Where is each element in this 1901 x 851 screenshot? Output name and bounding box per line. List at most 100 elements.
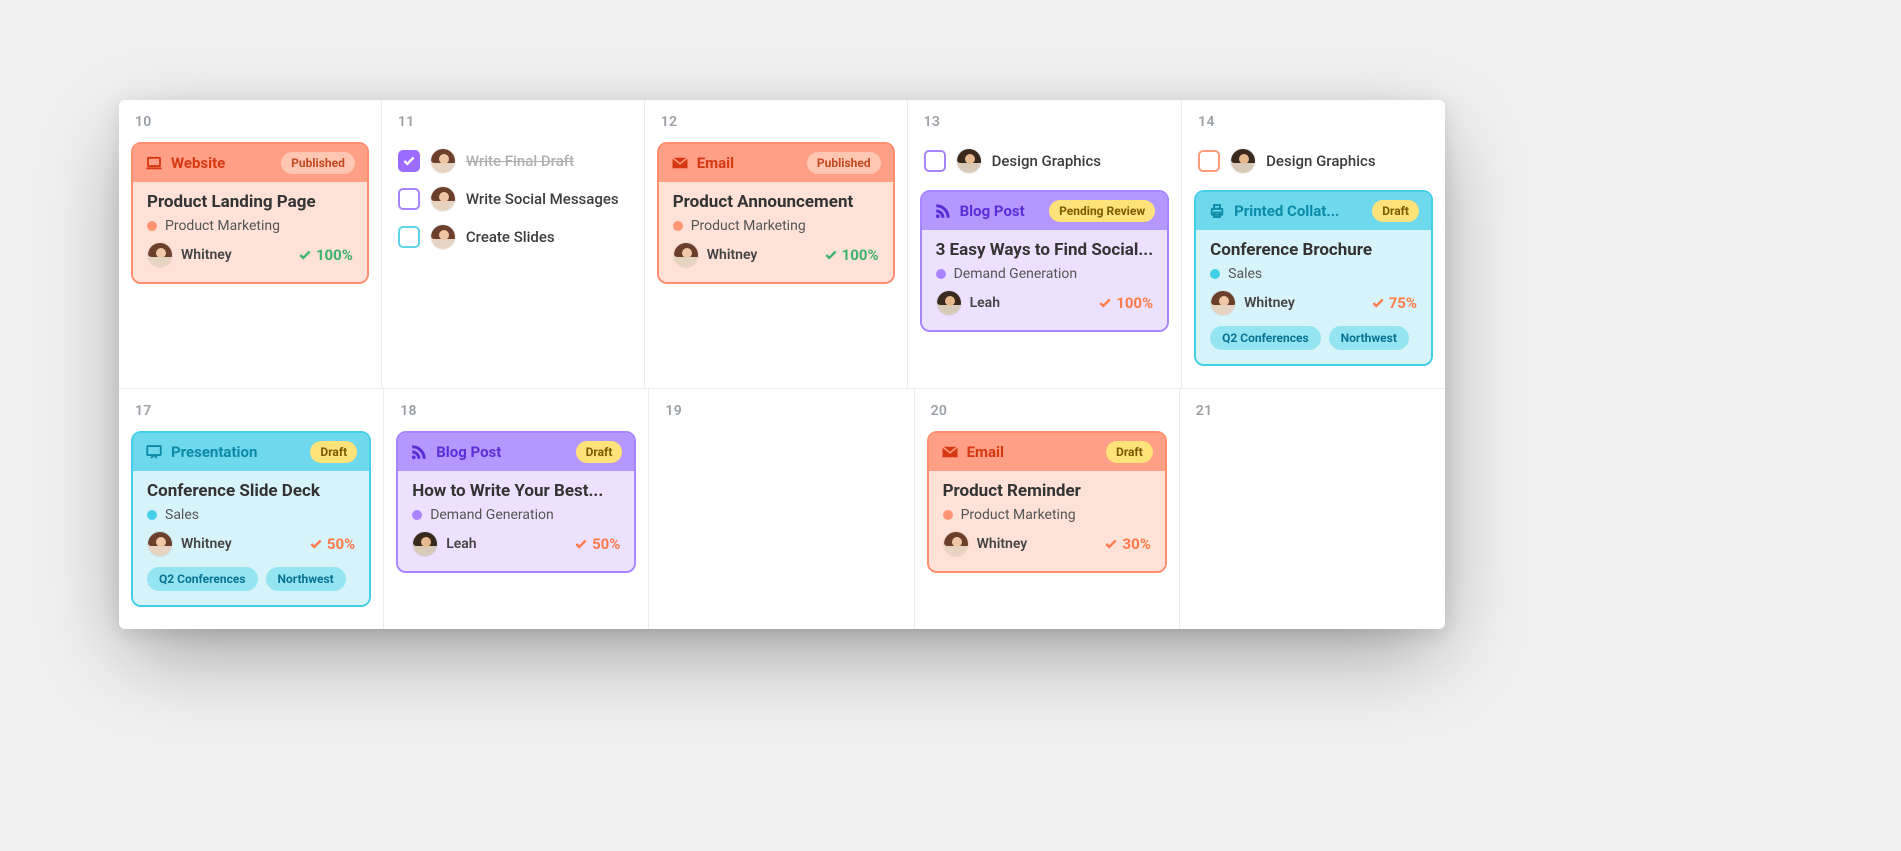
category-dot-icon: [936, 269, 946, 279]
assignee-name: Whitney: [1244, 295, 1295, 311]
card-blog-post[interactable]: Blog Post Pending Review 3 Easy Ways to …: [920, 190, 1170, 332]
tag[interactable]: Q2 Conferences: [147, 567, 258, 591]
day-cell-21[interactable]: 21: [1180, 389, 1445, 629]
task-label: Create Slides: [466, 228, 555, 246]
avatar: [147, 531, 173, 557]
day-cell-10[interactable]: 10 Website Published Product Landing Pag…: [119, 100, 382, 388]
day-number: 13: [920, 114, 1170, 130]
day-cell-20[interactable]: 20 Email Draft Product Reminder Pr: [915, 389, 1180, 629]
task-item[interactable]: Write Social Messages: [394, 180, 632, 218]
category-dot-icon: [673, 221, 683, 231]
card-type-label: Email: [967, 443, 1004, 461]
day-cell-17[interactable]: 17 Presentation Draft Conference Slide D…: [119, 389, 384, 629]
day-cell-13[interactable]: 13 Design Graphics Blog Post Pending Rev…: [908, 100, 1183, 388]
card-type: Email: [671, 154, 734, 172]
card-printed-collateral[interactable]: Printed Collat... Draft Conference Broch…: [1194, 190, 1433, 366]
card-tags: Q2 Conferences Northwest: [147, 567, 355, 591]
card-title: 3 Easy Ways to Find Social...: [936, 240, 1154, 260]
printer-icon: [1208, 202, 1226, 220]
card-title: Conference Slide Deck: [147, 481, 355, 501]
category-label: Product Marketing: [691, 218, 806, 234]
card-progress: 30%: [1104, 535, 1150, 553]
avatar: [936, 290, 962, 316]
card-email[interactable]: Email Draft Product Reminder Product Mar…: [927, 431, 1167, 573]
card-footer: Whitney 50%: [147, 531, 355, 557]
day-cell-19[interactable]: 19: [649, 389, 914, 629]
avatar: [412, 531, 438, 557]
card-type-label: Blog Post: [960, 202, 1025, 220]
avatar: [430, 186, 456, 212]
day-cell-11[interactable]: 11 Write Final Draft Write Social Messag…: [382, 100, 645, 388]
task-label: Write Social Messages: [466, 190, 619, 208]
card-title: How to Write Your Best...: [412, 481, 620, 501]
category-dot-icon: [943, 510, 953, 520]
day-number: 21: [1192, 403, 1433, 419]
status-badge: Pending Review: [1049, 200, 1155, 222]
checkbox-unchecked-icon[interactable]: [1198, 150, 1220, 172]
card-assignee: Whitney: [673, 242, 758, 268]
card-progress: 50%: [574, 535, 620, 553]
card-type-label: Email: [697, 154, 734, 172]
status-badge: Published: [281, 152, 355, 174]
progress-value: 50%: [592, 535, 620, 553]
card-header: Printed Collat... Draft: [1196, 192, 1431, 230]
assignee-name: Leah: [446, 536, 476, 552]
card-category: Demand Generation: [412, 507, 620, 523]
status-badge: Draft: [310, 441, 357, 463]
task-item[interactable]: Design Graphics: [1194, 142, 1433, 180]
check-icon: [298, 248, 312, 262]
card-blog-post[interactable]: Blog Post Draft How to Write Your Best..…: [396, 431, 636, 573]
checkbox-checked-icon[interactable]: [398, 150, 420, 172]
day-cell-14[interactable]: 14 Design Graphics Printed Collat... Dra…: [1182, 100, 1445, 388]
avatar: [430, 224, 456, 250]
task-item[interactable]: Write Final Draft: [394, 142, 632, 180]
check-icon: [574, 537, 588, 551]
category-dot-icon: [412, 510, 422, 520]
check-icon: [1098, 296, 1112, 310]
status-badge: Draft: [1372, 200, 1419, 222]
task-label: Design Graphics: [1266, 152, 1375, 170]
card-progress: 75%: [1371, 294, 1417, 312]
day-number: 10: [131, 114, 369, 130]
card-type: Blog Post: [410, 443, 501, 461]
task-item[interactable]: Create Slides: [394, 218, 632, 256]
card-presentation[interactable]: Presentation Draft Conference Slide Deck…: [131, 431, 371, 607]
tag[interactable]: Northwest: [266, 567, 346, 591]
card-header: Email Published: [659, 144, 893, 182]
day-number: 19: [661, 403, 901, 419]
task-item[interactable]: Design Graphics: [920, 142, 1170, 180]
card-email[interactable]: Email Published Product Announcement Pro…: [657, 142, 895, 284]
card-body: Product Reminder Product Marketing Whitn…: [929, 471, 1165, 571]
card-category: Product Marketing: [147, 218, 353, 234]
card-header: Blog Post Draft: [398, 433, 634, 471]
progress-value: 100%: [316, 246, 353, 264]
tag[interactable]: Northwest: [1329, 326, 1409, 350]
card-type: Website: [145, 154, 225, 172]
week-row: 17 Presentation Draft Conference Slide D…: [119, 389, 1445, 629]
card-header: Email Draft: [929, 433, 1165, 471]
check-icon: [1371, 296, 1385, 310]
assignee-name: Leah: [970, 295, 1000, 311]
card-footer: Whitney 100%: [147, 242, 353, 268]
progress-value: 100%: [842, 246, 879, 264]
mail-icon: [671, 154, 689, 172]
category-dot-icon: [1210, 269, 1220, 279]
category-label: Product Marketing: [961, 507, 1076, 523]
card-type: Printed Collat...: [1208, 202, 1339, 220]
checkbox-unchecked-icon[interactable]: [398, 226, 420, 248]
assignee-name: Whitney: [977, 536, 1028, 552]
checkbox-unchecked-icon[interactable]: [398, 188, 420, 210]
status-badge: Draft: [1106, 441, 1153, 463]
category-label: Product Marketing: [165, 218, 280, 234]
checkbox-unchecked-icon[interactable]: [924, 150, 946, 172]
rss-icon: [410, 443, 428, 461]
day-number: 14: [1194, 114, 1433, 130]
progress-value: 100%: [1116, 294, 1153, 312]
day-cell-18[interactable]: 18 Blog Post Draft How to Write Your Bes…: [384, 389, 649, 629]
avatar: [1230, 148, 1256, 174]
day-cell-12[interactable]: 12 Email Published Product Announcement: [645, 100, 908, 388]
card-website[interactable]: Website Published Product Landing Page P…: [131, 142, 369, 284]
status-badge: Draft: [576, 441, 623, 463]
check-icon: [309, 537, 323, 551]
tag[interactable]: Q2 Conferences: [1210, 326, 1321, 350]
